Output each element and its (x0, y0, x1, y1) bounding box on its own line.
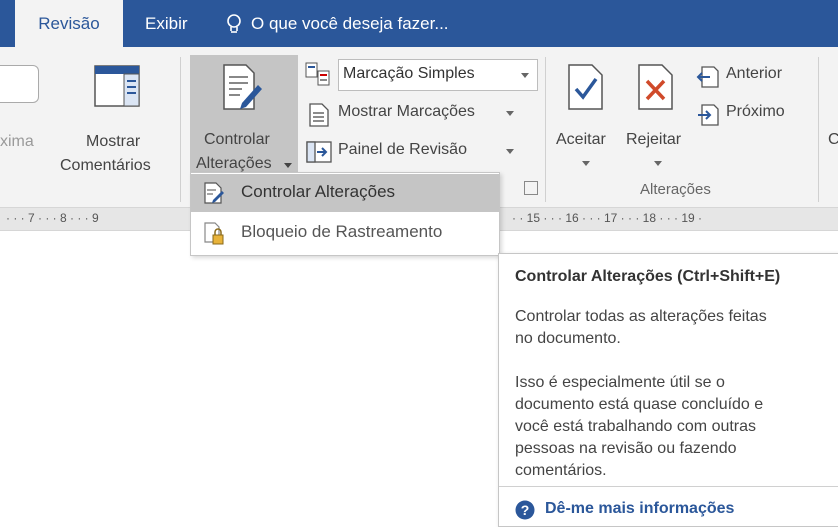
group-dialog-launcher[interactable] (524, 181, 538, 195)
track-changes-dropdown: Controlar Alterações Bloqueio de Rastrea… (190, 172, 500, 256)
accept-button[interactable]: Aceitar (552, 57, 622, 175)
reviewing-pane-label: Painel de Revisão (338, 141, 467, 158)
track-changes-icon (223, 64, 262, 110)
ruler-right-marks: · · 15 · · · 16 · · · 17 · · · 18 · · · … (512, 211, 703, 225)
group-separator (180, 57, 181, 202)
track-changes-icon (204, 182, 224, 204)
help-icon: ? (515, 500, 535, 520)
reviewing-pane-icon (306, 141, 332, 163)
tooltip-divider (499, 486, 838, 487)
ruler-left-marks: · · · 7 · · · 8 · · · 9 (6, 211, 99, 225)
tab-revisao[interactable]: Revisão (15, 0, 123, 47)
show-markup-button[interactable]: Mostrar Marcações (304, 99, 524, 129)
tooltip-description-2: Isso é especialmente útil se o documento… (515, 374, 764, 479)
chevron-down-icon (506, 111, 514, 116)
chevron-down-icon (582, 161, 590, 166)
group-separator (818, 57, 819, 202)
next-change-icon (698, 104, 719, 126)
tab-exibir[interactable]: Exibir (145, 0, 188, 47)
show-comments-button[interactable]: Mostrar Comentários (60, 57, 176, 177)
show-comments-label-1: Mostrar (86, 133, 141, 150)
menu-item-label: Bloqueio de Rastreamento (241, 222, 443, 241)
chevron-down-icon (654, 161, 662, 166)
tooltip-description-1: Controlar todas as alterações feitas no … (515, 308, 767, 347)
lightbulb-icon (227, 14, 241, 33)
comment-icon (0, 65, 39, 103)
more-info-link[interactable]: ? Dê-me mais informações (515, 500, 835, 524)
menu-item-track-changes[interactable]: Controlar Alterações (191, 174, 499, 212)
markup-display-icon (305, 62, 330, 86)
partial-next-group-label: C (828, 131, 838, 148)
reject-label: Rejeitar (626, 131, 682, 148)
group-label-alteracoes: Alterações (640, 181, 711, 198)
next-change-label: Próximo (726, 103, 785, 120)
reject-icon (638, 64, 673, 110)
previous-change-button[interactable]: Anterior (696, 63, 808, 91)
show-comments-icon (94, 65, 140, 107)
track-changes-button[interactable]: Controlar Alterações (190, 55, 298, 180)
group-separator (545, 57, 546, 202)
chevron-down-icon (506, 149, 514, 154)
chevron-down-icon (521, 73, 529, 78)
ribbon-tab-bar: Revisão Exibir O que você deseja fazer..… (0, 0, 838, 47)
reviewing-pane-button[interactable]: Painel de Revisão (304, 137, 524, 167)
chevron-down-icon (284, 163, 292, 168)
show-comments-label-2: Comentários (60, 157, 151, 174)
more-info-label: Dê-me mais informações (545, 500, 735, 517)
previous-change-label: Anterior (726, 65, 783, 82)
accept-label: Aceitar (556, 131, 606, 148)
show-markup-label: Mostrar Marcações (338, 103, 475, 120)
svg-text:?: ? (521, 502, 530, 518)
previous-change-icon (696, 66, 719, 88)
next-change-button[interactable]: Próximo (696, 101, 808, 129)
accept-icon (568, 64, 603, 110)
menu-item-label: Controlar Alterações (241, 182, 396, 201)
markup-select-value: Marcação Simples (343, 65, 475, 82)
reject-button[interactable]: Rejeitar (622, 57, 694, 175)
track-changes-label-1: Controlar (204, 131, 270, 148)
tooltip: Controlar Alterações (Ctrl+Shift+E) Cont… (498, 253, 838, 527)
track-changes-label-2: Alterações (196, 155, 272, 172)
show-markup-icon (309, 103, 329, 127)
markup-select[interactable]: Marcação Simples (304, 59, 538, 91)
next-comment-label: xima (0, 133, 34, 150)
lock-tracking-icon (204, 222, 224, 245)
tooltip-title: Controlar Alterações (Ctrl+Shift+E) (515, 268, 781, 285)
markup-select-box[interactable]: Marcação Simples (338, 59, 538, 91)
menu-item-lock-tracking[interactable]: Bloqueio de Rastreamento (191, 214, 499, 252)
tell-me-label: O que você deseja fazer... (251, 14, 449, 33)
